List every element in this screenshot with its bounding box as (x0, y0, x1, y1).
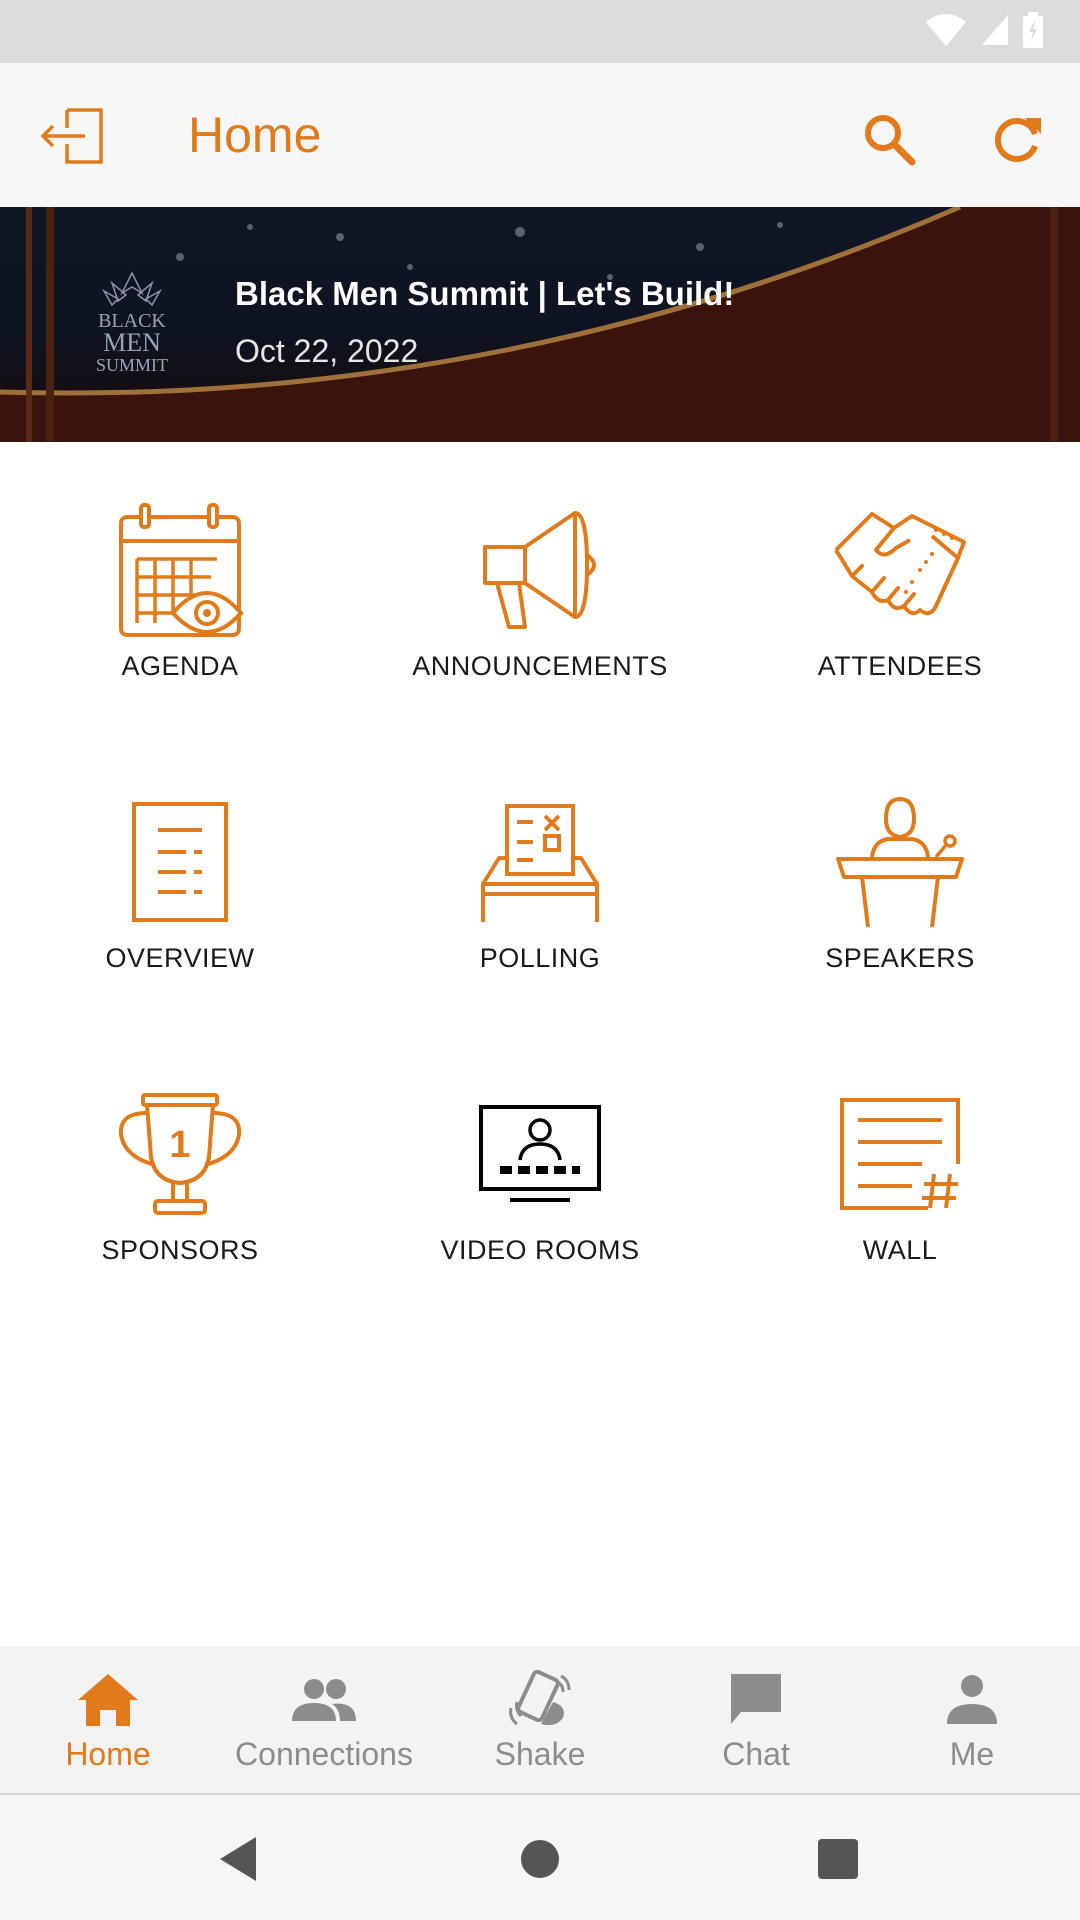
system-recents-button[interactable] (808, 1829, 868, 1889)
shake-phone-icon (509, 1669, 571, 1726)
wall-hashtag-icon (840, 1097, 960, 1210)
tile-overview[interactable]: OVERVIEW (0, 734, 360, 974)
status-bar (0, 0, 1080, 63)
event-title: Black Men Summit | Let's Build! (235, 275, 735, 312)
summit-logo: BLACK MEN SUMMIT (96, 271, 168, 375)
podium-speaker-icon (836, 796, 964, 927)
exit-icon (40, 108, 103, 164)
chat-bubble-icon (731, 1674, 781, 1724)
tile-label: ATTENDEES (817, 651, 983, 681)
tile-label: SPONSORS (101, 1235, 259, 1265)
tile-label: ANNOUNCEMENTS (412, 651, 668, 681)
app-bar: Home (0, 63, 1080, 207)
wifi-icon (926, 14, 966, 46)
home-circle-icon (521, 1840, 559, 1878)
event-banner[interactable]: BLACK MEN SUMMIT Black Men Summit | Let'… (0, 207, 1080, 442)
nav-label: Shake (494, 1736, 586, 1772)
tile-label: SPEAKERS (825, 943, 975, 973)
nav-label: Home (65, 1736, 151, 1772)
tile-label: VIDEO ROOMS (440, 1235, 640, 1265)
tile-label: OVERVIEW (105, 943, 255, 973)
logout-button[interactable] (36, 99, 108, 171)
nav-label: Chat (722, 1736, 790, 1772)
status-icons (924, 12, 1044, 48)
tile-label: POLLING (479, 943, 601, 973)
megaphone-icon (483, 510, 596, 629)
event-date: Oct 22, 2022 (235, 333, 419, 369)
tile-wall[interactable]: WALL (720, 1026, 1080, 1266)
nav-shake[interactable]: Shake (432, 1646, 648, 1793)
handshake-icon (834, 511, 966, 615)
cell-signal-icon (982, 15, 1008, 45)
system-back-button[interactable] (208, 1829, 268, 1889)
svg-text:SUMMIT: SUMMIT (96, 355, 168, 375)
tile-label: AGENDA (121, 651, 239, 681)
nav-label: Connections (235, 1736, 413, 1772)
people-icon (292, 1679, 356, 1721)
calendar-eye-icon (119, 502, 244, 637)
home-icon (78, 1674, 138, 1726)
tile-attendees[interactable]: ATTENDEES (720, 442, 1080, 682)
refresh-button[interactable] (982, 103, 1054, 175)
recents-square-icon (818, 1839, 858, 1879)
back-triangle-icon (220, 1837, 256, 1881)
page-title: Home (188, 107, 322, 163)
video-room-icon (479, 1104, 601, 1202)
bottom-nav: Home Connections Shake Chat Me (0, 1646, 1080, 1795)
nav-me[interactable]: Me (864, 1646, 1080, 1793)
tile-sponsors[interactable]: 1 SPONSORS (0, 1026, 360, 1266)
tile-agenda[interactable]: AGENDA (0, 442, 360, 682)
search-button[interactable] (853, 103, 925, 175)
tile-label: WALL (862, 1235, 938, 1265)
person-icon (947, 1675, 997, 1724)
search-icon (865, 115, 916, 166)
nav-label: Me (949, 1736, 995, 1772)
refresh-icon (994, 118, 1041, 162)
tile-announcements[interactable]: ANNOUNCEMENTS (360, 442, 720, 682)
battery-icon (1023, 12, 1043, 48)
svg-text:1: 1 (169, 1124, 190, 1166)
tile-video-rooms[interactable]: VIDEO ROOMS (360, 1026, 720, 1266)
system-home-button[interactable] (510, 1829, 570, 1889)
system-nav-bar (0, 1795, 1080, 1920)
ballot-box-icon (481, 803, 599, 922)
nav-connections[interactable]: Connections (216, 1646, 432, 1793)
trophy-icon: 1 (118, 1092, 242, 1215)
tile-polling[interactable]: POLLING (360, 734, 720, 974)
nav-home[interactable]: Home (0, 1646, 216, 1793)
document-icon (132, 801, 228, 922)
svg-text:MEN: MEN (103, 328, 161, 357)
nav-chat[interactable]: Chat (648, 1646, 864, 1793)
tile-speakers[interactable]: SPEAKERS (720, 734, 1080, 974)
